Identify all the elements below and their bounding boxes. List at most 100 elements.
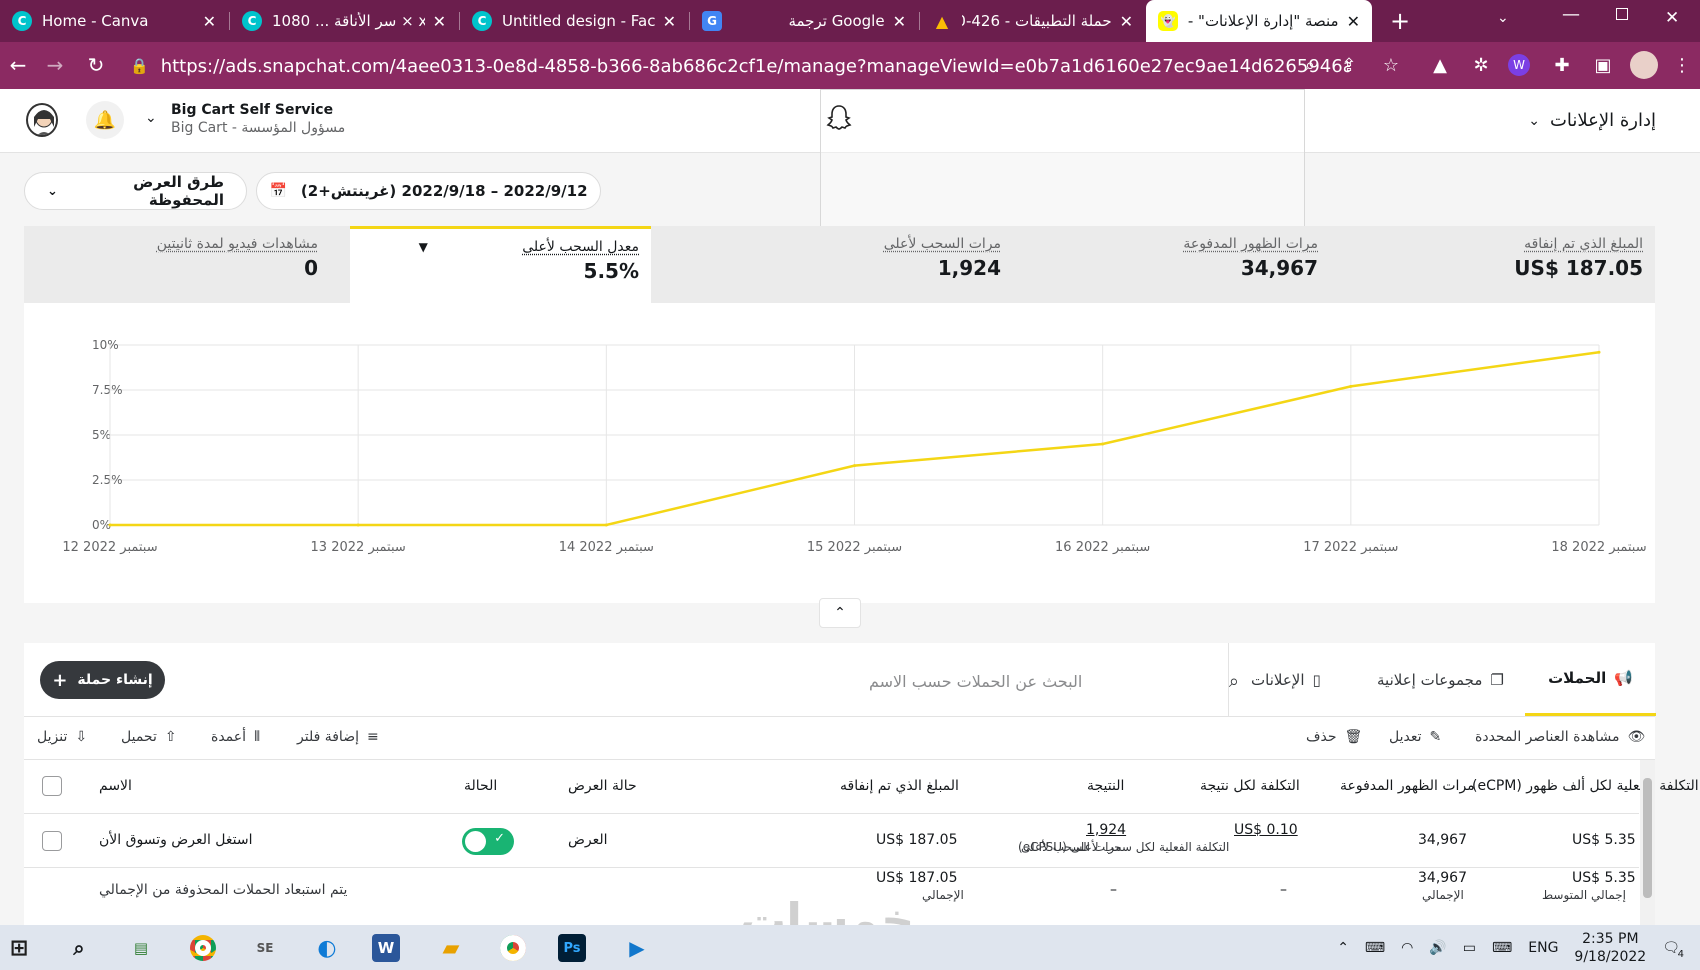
snapchat-ghost-logo[interactable] <box>826 104 852 137</box>
column-header-result[interactable]: النتيجة <box>1087 778 1124 794</box>
minimize-button[interactable]: — <box>1562 4 1580 25</box>
cost-per-result-value[interactable]: US$ 0.10 <box>1234 822 1298 838</box>
status-toggle[interactable]: ✓ <box>462 828 514 855</box>
browser-tab[interactable]: G Google ترجمة ✕ <box>690 0 918 42</box>
edge-icon[interactable]: ◐ <box>310 931 344 965</box>
column-header-status[interactable]: الحالة <box>464 778 497 794</box>
create-campaign-button[interactable]: + إنشاء حملة <box>40 661 165 699</box>
column-header-ecpm[interactable]: التكلفة الفعلية لكل ألف ظهور (eCPM) <box>1472 778 1699 794</box>
notifications-icon[interactable]: 🗨 4 <box>1662 940 1684 960</box>
chart-data-point <box>1597 350 1601 354</box>
tab-campaigns[interactable]: 📢 الحملات <box>1525 643 1656 716</box>
columns-button[interactable]: ⦀ أعمدة <box>211 729 260 745</box>
column-header-cost-per-result[interactable]: التكلفة لكل نتيجة <box>1200 778 1300 794</box>
close-icon[interactable]: ✕ <box>1120 12 1133 31</box>
browser-tab[interactable]: C Untitled design - Face ✕ <box>460 0 688 42</box>
saved-views-dropdown[interactable]: طرق العرض المحفوظة ⌄ <box>24 172 247 210</box>
columns-icon: ⦀ <box>254 729 261 745</box>
photoshop-icon[interactable]: Ps <box>558 934 586 962</box>
select-all-checkbox[interactable] <box>42 776 62 796</box>
language-indicator[interactable]: ENG <box>1528 940 1558 956</box>
file-explorer-icon[interactable]: ▰ <box>434 931 468 965</box>
search-icon[interactable]: ⌕ <box>62 931 96 965</box>
reload-icon[interactable]: ↻ <box>78 47 114 83</box>
add-filter-button[interactable]: ≡ إضافة فلتر <box>297 729 379 745</box>
app-title[interactable]: ⌄ إدارة الإعلانات <box>1528 110 1656 131</box>
column-header-name[interactable]: الاسم <box>99 778 132 794</box>
collapse-chart-button[interactable]: ⌃ <box>819 598 861 628</box>
word-icon[interactable]: W <box>372 934 400 962</box>
clock[interactable]: 2:35 PM 9/18/2022 <box>1574 930 1646 966</box>
wifi-icon[interactable]: ◠ <box>1401 940 1413 956</box>
metric-card-swipe-ups[interactable]: مرات السحب لأعلى 1,924 <box>869 226 1013 303</box>
download-button[interactable]: ⇩ تنزيل <box>37 729 87 745</box>
bookmark-star-icon[interactable]: ☆ <box>1377 51 1405 79</box>
column-header-delivery[interactable]: حالة العرض <box>568 778 637 794</box>
restore-button[interactable] <box>1616 8 1628 20</box>
date-range-picker[interactable]: 📅 2022/9/12 – 2022/9/18 (غرينتش+2) <box>256 172 601 210</box>
metric-card-swipe-up-rate[interactable]: معدل السحب لأعلى ▼ 5.5% <box>350 226 651 303</box>
table-row[interactable]: استغل العرض وتسوق الأن ✓ العرض US$ 187.0… <box>24 814 1639 868</box>
close-icon[interactable]: ✕ <box>663 12 676 31</box>
share-icon[interactable]: ⇪ <box>1335 51 1363 79</box>
browser-tab-active[interactable]: 👻 منصة "إدارة الإعلانات" - ✕ <box>1146 0 1372 42</box>
close-icon[interactable]: ✕ <box>203 12 216 31</box>
close-icon[interactable]: ✕ <box>433 12 446 31</box>
extension-icon[interactable]: ✲ <box>1467 51 1495 79</box>
column-header-spend[interactable]: المبلغ الذي تم إنفاقه <box>840 778 959 794</box>
tab-ad-sets[interactable]: ❐ مجموعات إعلانية <box>1377 643 1504 716</box>
snapchat-icon: 👻 <box>1158 11 1178 31</box>
metric-card-paid-impressions[interactable]: مرات الظهور المدفوعة 34,967 <box>1119 226 1330 303</box>
result-value[interactable]: 1,924 <box>1086 822 1126 838</box>
windows-start-icon[interactable]: ⊞ <box>2 931 36 965</box>
extension-icon[interactable]: W <box>1508 54 1530 76</box>
chevron-up-icon[interactable]: ⌃ <box>1337 940 1349 956</box>
column-header-paid-impressions[interactable]: مرات الظهور المدفوعة <box>1340 778 1475 794</box>
view-selected-button[interactable]: 👁 مشاهدة العناصر المحددة <box>1475 729 1645 745</box>
table-scrollbar[interactable] <box>1640 760 1655 925</box>
zoom-icon[interactable]: ⌕ <box>1296 51 1324 79</box>
sidebar-icon[interactable]: ▣ <box>1589 51 1617 79</box>
new-tab-button[interactable]: + <box>1386 8 1414 36</box>
extension-icon[interactable]: ▲ <box>1426 51 1454 79</box>
puzzle-icon[interactable]: ✚ <box>1548 51 1576 79</box>
tab-search-icon[interactable]: ⌄ <box>1497 10 1509 26</box>
video-editor-icon[interactable]: ▶ <box>620 931 654 965</box>
edit-button[interactable]: ✎ تعديل <box>1389 729 1441 745</box>
close-window-button[interactable]: ✕ <box>1665 8 1679 28</box>
account-switcher[interactable]: ⌄ Big Cart Self Service مسؤول المؤسسة - … <box>145 102 345 136</box>
browser-tab[interactable]: ▲ حملة التطبيقات - 426-0 ✕ <box>920 0 1145 42</box>
delete-button[interactable]: 🗑 حذف <box>1306 729 1362 745</box>
level-tabs: 📢 الحملات ❐ مجموعات إعلانية ▯ الإعلانات <box>1228 643 1656 716</box>
chrome-icon[interactable] <box>496 931 530 965</box>
row-checkbox[interactable] <box>42 831 62 851</box>
search-input[interactable]: ⌕ البحث عن الحملات حسب الاسم <box>869 665 1239 697</box>
tab-ads[interactable]: ▯ الإعلانات <box>1251 643 1321 716</box>
menu-kebab-icon[interactable]: ⋮ <box>1668 51 1696 79</box>
total-spend: US$ 187.05 <box>876 870 958 886</box>
keyboard-icon[interactable]: ⌨ <box>1492 940 1512 956</box>
browser-tab[interactable]: C سر الأناقة ... 1080 × x ✕ <box>230 0 458 42</box>
notepad-icon[interactable]: ▤ <box>124 931 158 965</box>
notifications-bell-icon[interactable]: 🔔 <box>86 101 124 139</box>
upload-button[interactable]: ⇧ تحميل <box>121 729 177 745</box>
url-field[interactable]: 🔒 https://ads.snapchat.com/4aee0313-0e8d… <box>130 48 1350 84</box>
forward-icon[interactable]: → <box>37 47 73 83</box>
scrollbar-thumb[interactable] <box>1643 778 1652 898</box>
metric-card-video-views[interactable]: مشاهدات فيديو لمدة ثانيتين 0 <box>24 226 330 303</box>
lock-icon[interactable]: 🔒 <box>130 57 149 75</box>
device-icon[interactable]: ⌨ <box>1365 940 1385 956</box>
chart-data-point <box>1101 442 1105 446</box>
profile-avatar[interactable] <box>1630 51 1658 79</box>
campaign-name-link[interactable]: استغل العرض وتسوق الأن <box>99 832 253 848</box>
browser-tab[interactable]: C Home - Canva ✕ <box>0 0 228 42</box>
battery-icon[interactable]: ▭ <box>1463 940 1476 956</box>
chrome-icon[interactable] <box>186 931 220 965</box>
close-icon[interactable]: ✕ <box>893 12 906 31</box>
metric-card-spend[interactable]: المبلغ الذي تم إنفاقه US$ 187.05 <box>1364 226 1655 303</box>
close-icon[interactable]: ✕ <box>1347 12 1360 31</box>
avatar[interactable] <box>26 103 58 137</box>
app-icon[interactable]: SE <box>248 931 282 965</box>
speaker-icon[interactable]: 🔊 <box>1429 940 1446 956</box>
back-icon[interactable]: ← <box>0 47 36 83</box>
